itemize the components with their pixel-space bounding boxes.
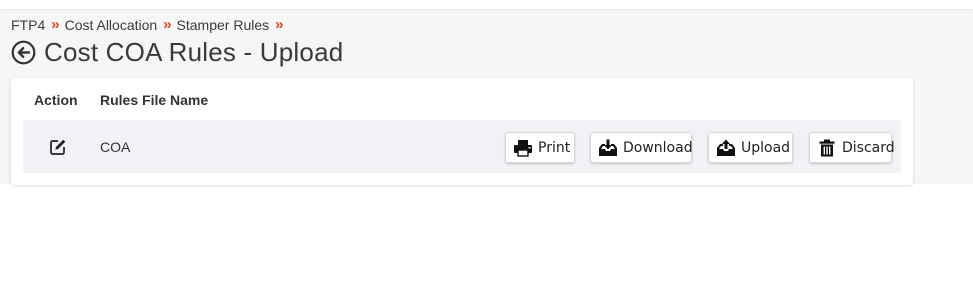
print-button-label: Print [538,139,571,156]
top-bar [0,0,973,9]
trash-icon [819,139,835,156]
download-button[interactable]: Download [590,132,693,163]
title-row: Cost COA Rules - Upload [11,37,343,68]
download-button-label: Download [623,139,693,156]
discard-button-label: Discard [842,139,895,156]
breadcrumb-item-cost-allocation[interactable]: Cost Allocation [65,17,158,33]
column-header-action: Action [34,92,78,108]
back-arrow-icon[interactable] [11,40,36,65]
breadcrumb-item-stamper-rules[interactable]: Stamper Rules [177,17,270,33]
breadcrumb-item-ftp4[interactable]: FTP4 [11,17,45,33]
table-row: COA Print Download Upload Discard [23,120,901,173]
upload-button[interactable]: Upload [708,132,793,163]
print-button[interactable]: Print [505,132,575,163]
printer-icon [514,139,532,157]
rules-table-card: Action Rules File Name COA Print Downloa… [11,78,913,185]
breadcrumb-separator: » [51,16,59,33]
page-title: Cost COA Rules - Upload [44,37,344,67]
breadcrumb-separator: » [275,16,283,33]
upload-button-label: Upload [741,139,791,156]
rules-file-name-cell: COA [100,139,131,155]
column-header-rules-file-name: Rules File Name [100,92,209,108]
download-tray-icon [599,139,617,156]
discard-button[interactable]: Discard [809,132,895,163]
breadcrumb-separator: » [163,16,171,33]
upload-tray-icon [717,139,735,156]
breadcrumb: FTP4 » Cost Allocation » Stamper Rules » [11,16,288,33]
edit-icon[interactable] [49,138,67,156]
